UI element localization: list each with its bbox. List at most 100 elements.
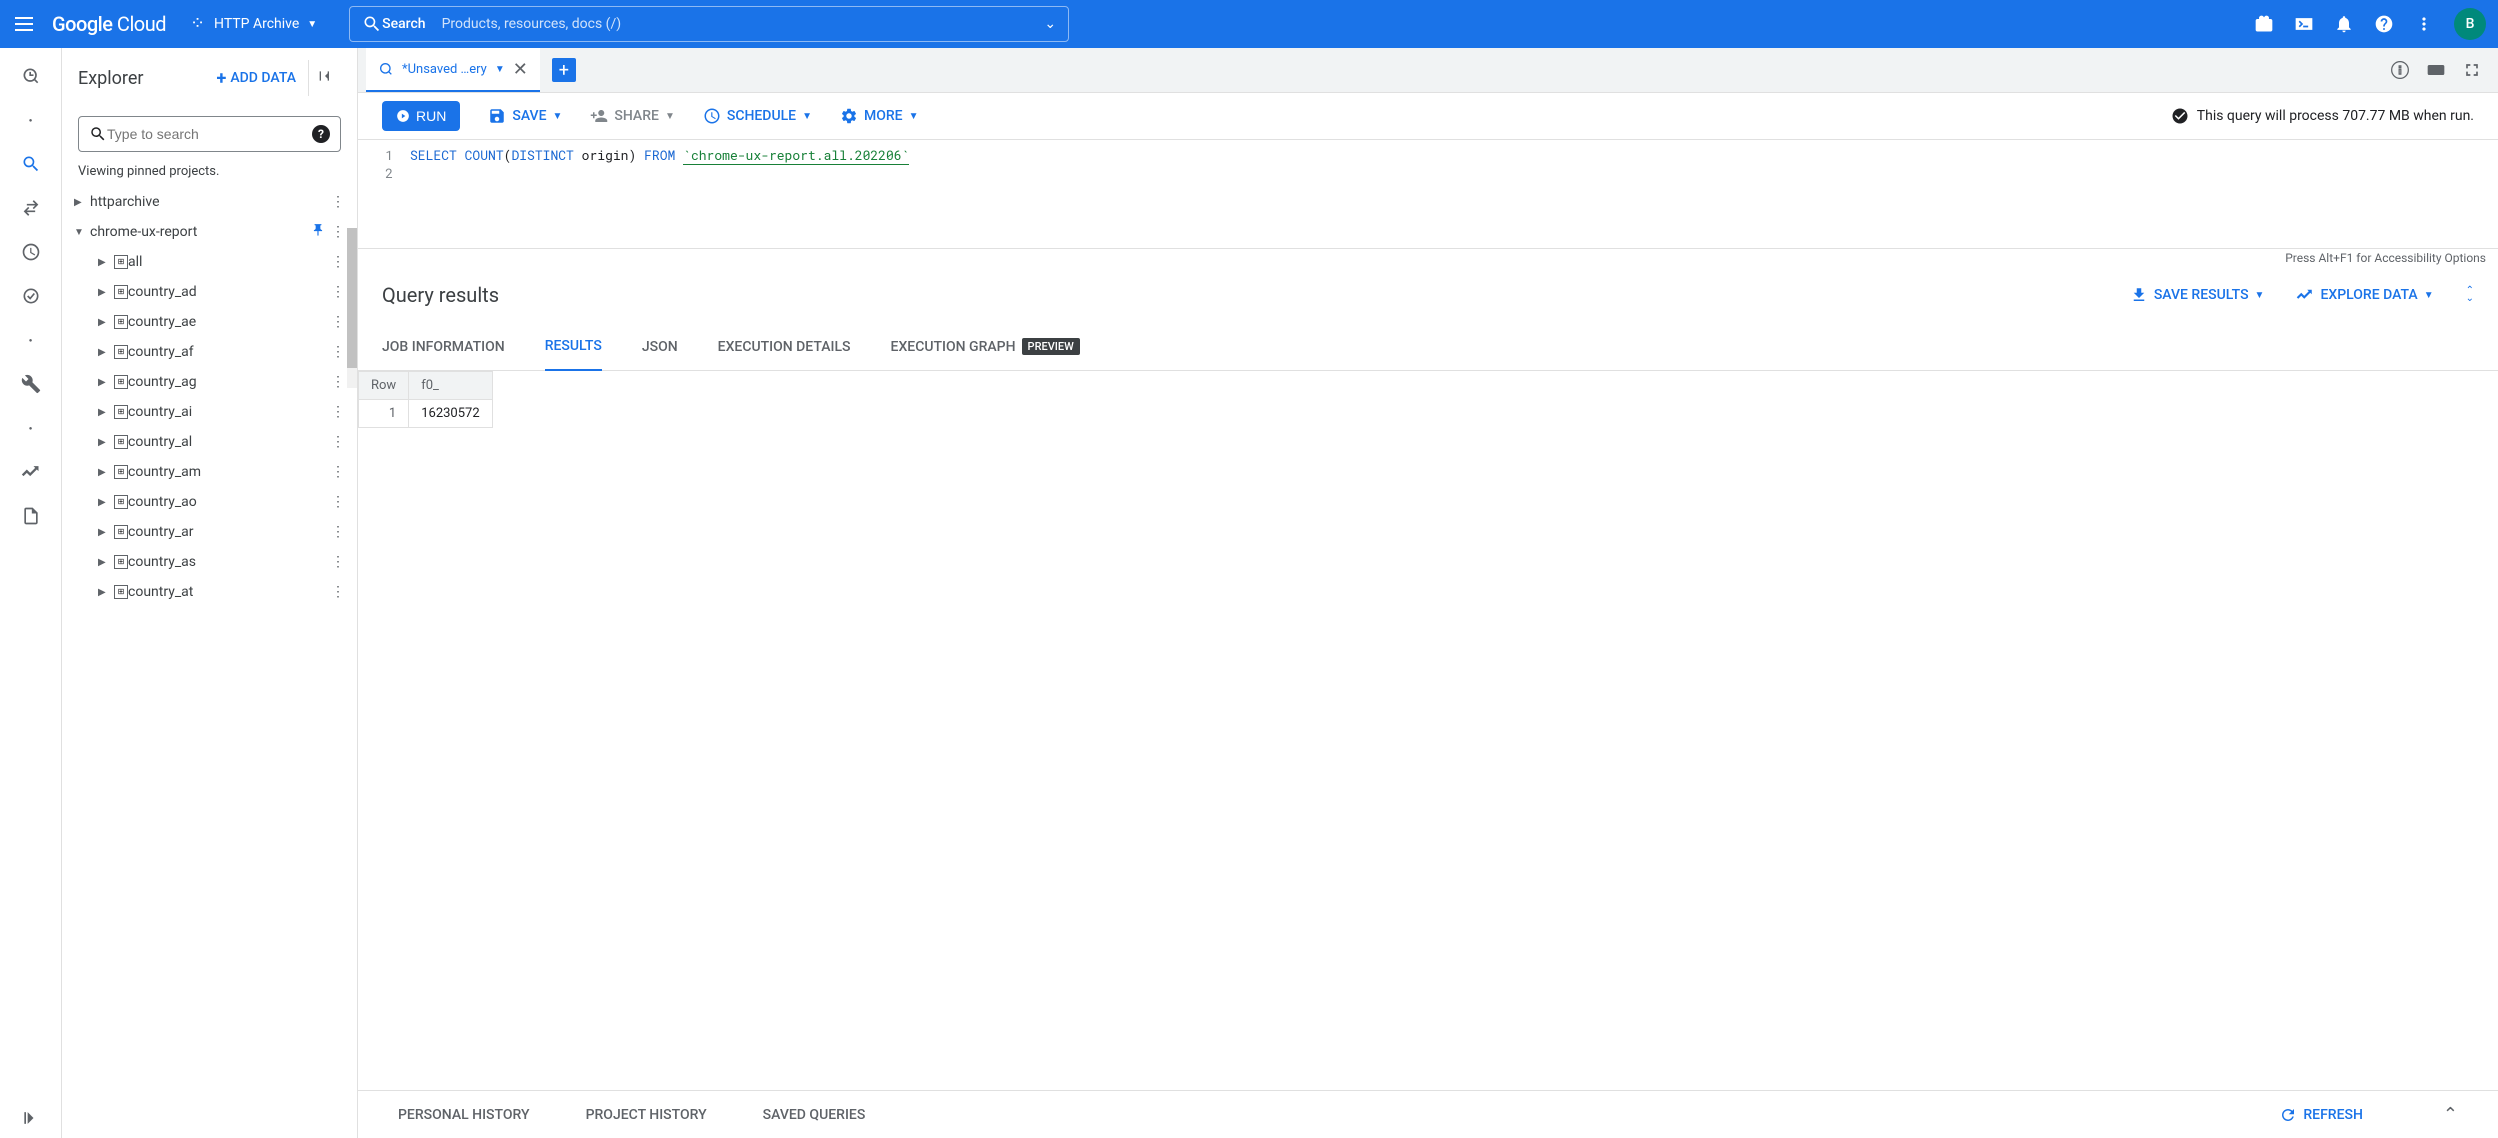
more-actions-icon[interactable]: ⋮ <box>331 374 345 390</box>
dataset-item[interactable]: ▶⊞country_am⋮ <box>66 457 353 487</box>
explorer-search-field[interactable]: ? <box>78 116 341 152</box>
dataset-item[interactable]: ▶⊞country_af⋮ <box>66 337 353 367</box>
expand-icon[interactable]: ▶ <box>98 347 114 358</box>
more-actions-icon[interactable]: ⋮ <box>331 344 345 360</box>
expand-icon[interactable]: ▶ <box>98 557 114 568</box>
dataset-item[interactable]: ▶⊞country_ai⋮ <box>66 397 353 427</box>
save-button[interactable]: SAVE ▼ <box>488 107 562 125</box>
scheduled-queries-icon[interactable] <box>11 232 51 272</box>
more-vert-icon[interactable] <box>2414 14 2434 34</box>
hamburger-menu-icon[interactable] <box>12 12 36 36</box>
expand-icon[interactable]: ▶ <box>98 257 114 268</box>
more-actions-icon[interactable]: ⋮ <box>331 194 345 210</box>
tab-execution-graph[interactable]: EXECUTION GRAPH PREVIEW <box>891 323 1080 371</box>
dataset-item[interactable]: ▶⊞country_al⋮ <box>66 427 353 457</box>
tab-personal-history[interactable]: PERSONAL HISTORY <box>398 1107 530 1123</box>
tab-json[interactable]: JSON <box>642 323 678 371</box>
expand-history-icon[interactable]: ⌃ <box>2443 1104 2458 1125</box>
more-actions-icon[interactable]: ⋮ <box>331 284 345 300</box>
explorer-scrollbar[interactable] <box>347 228 357 388</box>
project-chrome-ux-report[interactable]: ▼ chrome-ux-report ⋮ <box>66 217 353 247</box>
more-actions-icon[interactable]: ⋮ <box>331 554 345 570</box>
pin-icon[interactable] <box>311 223 325 241</box>
more-actions-icon[interactable]: ⋮ <box>331 314 345 330</box>
tab-saved-queries[interactable]: SAVED QUERIES <box>763 1107 866 1123</box>
explore-data-button[interactable]: EXPLORE DATA ▼ <box>2296 286 2433 304</box>
add-data-button[interactable]: + ADD DATA <box>217 68 296 89</box>
collapse-explorer-icon[interactable] <box>308 60 341 96</box>
explorer-search-input[interactable] <box>107 126 312 142</box>
tab-job-info[interactable]: JOB INFORMATION <box>382 323 505 371</box>
notes-icon[interactable] <box>11 496 51 536</box>
dataset-item[interactable]: ▶⊞country_ag⋮ <box>66 367 353 397</box>
cloud-shell-icon[interactable] <box>2294 14 2314 34</box>
expand-icon[interactable]: ▶ <box>98 287 114 298</box>
new-tab-button[interactable]: + <box>552 58 576 82</box>
dataset-item[interactable]: ▶⊞all⋮ <box>66 247 353 277</box>
expand-icon[interactable]: ▶ <box>98 407 114 418</box>
expand-icon[interactable]: ▶ <box>98 317 114 328</box>
save-results-button[interactable]: SAVE RESULTS ▼ <box>2130 286 2265 304</box>
fullscreen-icon[interactable] <box>2462 60 2482 80</box>
expand-icon[interactable]: ▶ <box>74 197 90 208</box>
expand-icon[interactable]: ▶ <box>98 497 114 508</box>
share-button[interactable]: SHARE ▼ <box>590 107 674 125</box>
more-actions-icon[interactable]: ⋮ <box>331 434 345 450</box>
search-help-icon[interactable]: ? <box>312 125 330 143</box>
admin-icon[interactable] <box>11 364 51 404</box>
refresh-button[interactable]: REFRESH <box>2279 1106 2363 1124</box>
more-actions-icon[interactable]: ⋮ <box>331 224 345 240</box>
project-selector[interactable]: HTTP Archive ▼ <box>182 12 325 36</box>
sql-workspace-icon[interactable] <box>11 144 51 184</box>
collapse-icon[interactable]: ▼ <box>74 227 90 238</box>
expand-icon[interactable]: ▶ <box>98 437 114 448</box>
analytics-hub-icon[interactable] <box>11 276 51 316</box>
close-tab-icon[interactable]: ✕ <box>513 59 528 80</box>
search-box[interactable]: Search Products, resources, docs (/) ⌄ <box>349 6 1069 42</box>
expand-icon[interactable]: ▶ <box>98 467 114 478</box>
project-httparchive[interactable]: ▶ httparchive ⋮ <box>66 187 353 217</box>
google-cloud-logo[interactable]: Google Cloud <box>52 12 166 36</box>
help-icon[interactable] <box>2374 14 2394 34</box>
search-dropdown-icon[interactable]: ⌄ <box>1044 16 1056 32</box>
dataset-label: country_ag <box>128 374 331 390</box>
tab-results[interactable]: RESULTS <box>545 323 602 371</box>
more-actions-icon[interactable]: ⋮ <box>331 404 345 420</box>
info-icon[interactable] <box>2390 60 2410 80</box>
user-avatar[interactable]: B <box>2454 8 2486 40</box>
more-actions-icon[interactable]: ⋮ <box>331 584 345 600</box>
bi-engine-icon[interactable] <box>11 452 51 492</box>
code-content[interactable]: SELECT COUNT(DISTINCT origin) FROM `chro… <box>402 140 917 240</box>
notifications-icon[interactable] <box>2334 14 2354 34</box>
more-button[interactable]: MORE ▼ <box>840 107 919 125</box>
tab-project-history[interactable]: PROJECT HISTORY <box>586 1107 707 1123</box>
dataset-item[interactable]: ▶⊞country_ar⋮ <box>66 517 353 547</box>
more-actions-icon[interactable]: ⋮ <box>331 254 345 270</box>
more-actions-icon[interactable]: ⋮ <box>331 494 345 510</box>
table-row[interactable]: 1 16230572 <box>359 400 493 428</box>
dataset-item[interactable]: ▶⊞country_ae⋮ <box>66 307 353 337</box>
sql-editor[interactable]: 1 2 SELECT COUNT(DISTINCT origin) FROM `… <box>358 140 2498 240</box>
transfers-icon[interactable] <box>11 188 51 228</box>
more-actions-icon[interactable]: ⋮ <box>331 524 345 540</box>
expand-icon[interactable]: ▶ <box>98 377 114 388</box>
gift-icon[interactable] <box>2254 14 2274 34</box>
schedule-button[interactable]: SCHEDULE ▼ <box>703 107 812 125</box>
dataset-item[interactable]: ▶⊞country_at⋮ <box>66 577 353 607</box>
tab-dropdown-icon[interactable]: ▼ <box>495 64 505 75</box>
dataset-icon: ⊞ <box>114 255 128 269</box>
dataset-item[interactable]: ▶⊞country_ad⋮ <box>66 277 353 307</box>
resize-handle[interactable] <box>358 240 2498 248</box>
expand-rail-icon[interactable] <box>11 1098 51 1138</box>
dataset-item[interactable]: ▶⊞country_ao⋮ <box>66 487 353 517</box>
expand-icon[interactable]: ▶ <box>98 587 114 598</box>
query-tab[interactable]: *Unsaved …ery ▼ ✕ <box>366 48 540 92</box>
expand-icon[interactable]: ▶ <box>98 527 114 538</box>
bigquery-logo-icon[interactable] <box>11 56 51 96</box>
dataset-item[interactable]: ▶⊞country_as⋮ <box>66 547 353 577</box>
tab-execution-details[interactable]: EXECUTION DETAILS <box>718 323 851 371</box>
expand-results-icon[interactable]: ⌃⌄ <box>2466 287 2474 303</box>
keyboard-icon[interactable] <box>2426 60 2446 80</box>
run-button[interactable]: RUN <box>382 101 460 131</box>
more-actions-icon[interactable]: ⋮ <box>331 464 345 480</box>
